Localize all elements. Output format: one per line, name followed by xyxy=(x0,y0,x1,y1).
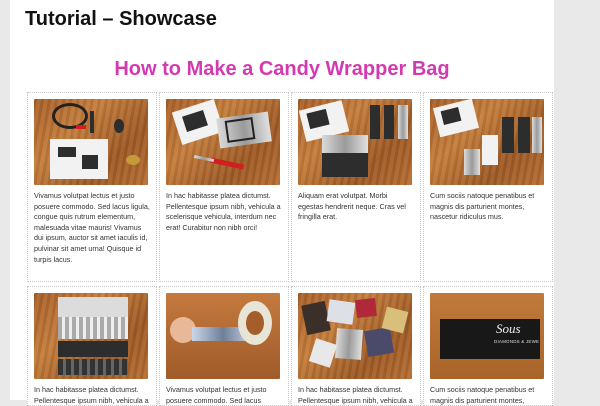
card-caption: Cum sociis natoque penatibus et magnis d… xyxy=(430,191,535,222)
taping-wrapper-photo[interactable] xyxy=(166,293,280,379)
cut-wrapper-strips-photo[interactable] xyxy=(298,99,412,185)
page-title: Tutorial – Showcase xyxy=(25,8,217,30)
finished-bag-photo[interactable]: Sous DIAMONDS & JEWE xyxy=(430,293,544,379)
showcase-card[interactable]: Cum sociis natoque penatibus et magnis d… xyxy=(423,92,553,282)
showcase-card[interactable]: In hac habitasse platea dictumst. Pellen… xyxy=(159,92,289,282)
card-caption: Vivamus volutpat lectus et justo posuere… xyxy=(34,191,150,264)
showcase-card[interactable]: Vivamus volutpat lectus et justo posuere… xyxy=(27,92,157,282)
card-caption: In hac habitasse platea dictumst. Pellen… xyxy=(298,385,413,405)
card-caption: In hac habitasse platea dictumst. Pellen… xyxy=(34,385,149,405)
logo-brand-text: Sous xyxy=(496,321,521,336)
wrapper-and-scissors-photo[interactable] xyxy=(166,99,280,185)
card-caption: Aliquam erat volutpat. Morbi egestas hen… xyxy=(298,191,406,222)
showcase-card[interactable]: Vivamus volutpat lectus et justo posuere… xyxy=(159,286,289,406)
logo-sub-text: DIAMONDS & JEWE xyxy=(494,339,540,344)
stacked-strips-photo[interactable] xyxy=(34,293,148,379)
card-caption: In hac habitasse platea dictumst. Pellen… xyxy=(166,191,281,232)
page-container: Tutorial – Showcase How to Make a Candy … xyxy=(10,0,554,406)
tools-on-table-photo[interactable] xyxy=(34,99,148,185)
card-caption: Cum sociis natoque penatibus et magnis d… xyxy=(430,385,535,405)
showcase-card[interactable]: In hac habitasse platea dictumst. Pellen… xyxy=(291,286,421,406)
folded-wrapper-strips-photo[interactable] xyxy=(430,99,544,185)
article-title: How to Make a Candy Wrapper Bag xyxy=(114,58,450,80)
showcase-card[interactable]: Sous DIAMONDS & JEWE Cum sociis natoque … xyxy=(423,286,553,406)
showcase-card[interactable]: Aliquam erat volutpat. Morbi egestas hen… xyxy=(291,92,421,282)
showcase-card[interactable]: In hac habitasse platea dictumst. Pellen… xyxy=(27,286,157,406)
card-caption: Vivamus volutpat lectus et justo posuere… xyxy=(166,385,267,405)
pile-of-wrappers-photo[interactable] xyxy=(298,293,412,379)
